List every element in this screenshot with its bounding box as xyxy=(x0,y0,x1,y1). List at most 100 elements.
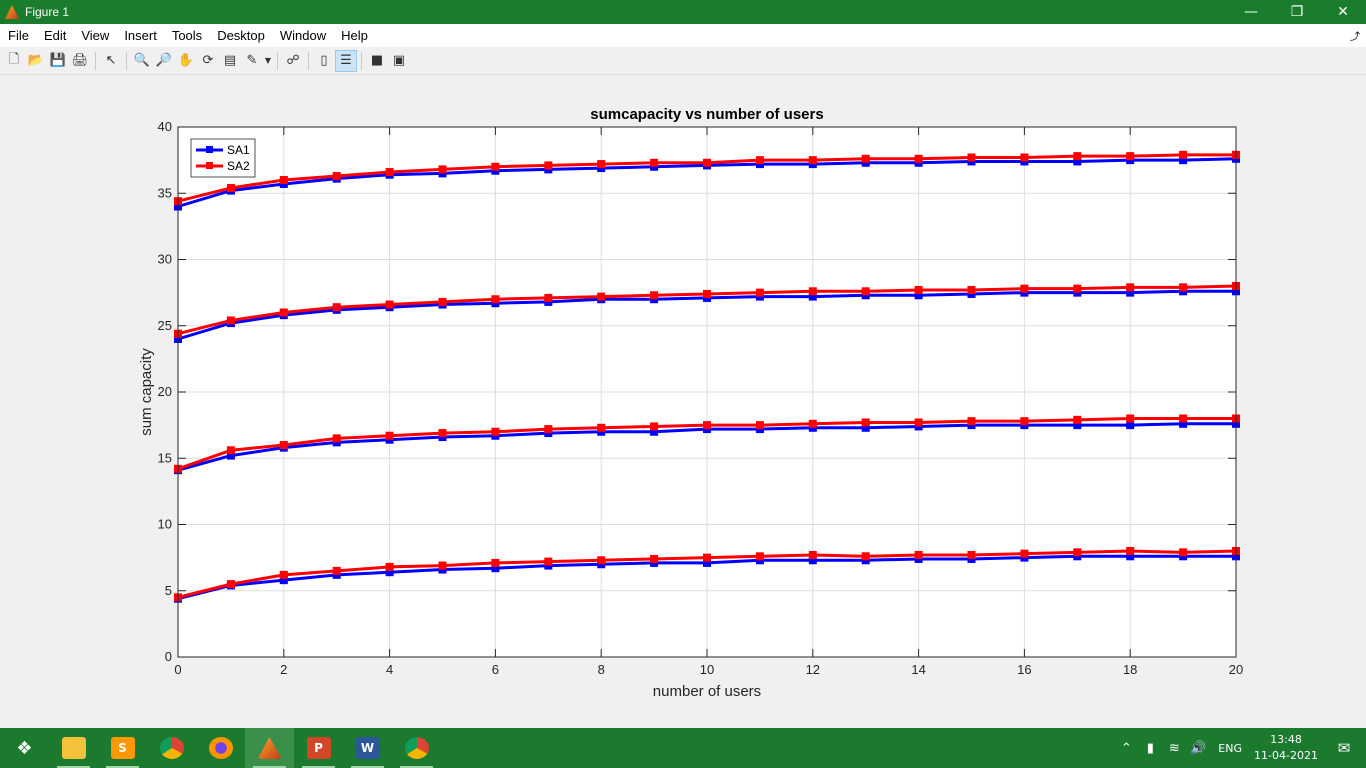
line-chart: 0 2 4 6 8 10 12 14 16 18 20 0 5 10 15 20 25 30 35 40 sumcap… xyxy=(138,106,1243,700)
taskbar-sublime[interactable]: S xyxy=(98,728,147,768)
data-point xyxy=(861,418,870,427)
legend-label-sa1: SA1 xyxy=(227,143,250,157)
taskbar-chrome[interactable] xyxy=(147,728,196,768)
chrome-icon xyxy=(159,737,184,759)
x-tick-label: 16 xyxy=(1017,662,1031,677)
data-point xyxy=(385,562,394,571)
data-point xyxy=(438,429,447,438)
chevron-up-icon[interactable]: ⌃ xyxy=(1114,741,1138,756)
data-point xyxy=(226,580,235,589)
powerpoint-icon: P xyxy=(306,737,331,759)
menu-window[interactable]: Window xyxy=(272,28,333,43)
menu-help[interactable]: Help xyxy=(333,28,375,43)
data-point xyxy=(226,316,235,325)
new-figure-icon[interactable]: 🗋 xyxy=(3,50,25,72)
show-plot-tools-icon[interactable]: ▣ xyxy=(388,50,410,72)
taskbar-file-explorer[interactable] xyxy=(49,728,98,768)
y-tick-label: 15 xyxy=(158,450,172,465)
zoom-in-icon[interactable]: 🔍 xyxy=(131,50,153,72)
legend-icon[interactable]: ☰ xyxy=(335,49,357,72)
data-point xyxy=(385,431,394,440)
data-point xyxy=(861,287,870,296)
x-tick-label: 8 xyxy=(598,662,605,677)
toolbar-separator xyxy=(308,51,309,70)
menu-view[interactable]: View xyxy=(73,28,116,43)
data-point xyxy=(332,566,341,575)
colorbar-icon[interactable]: ▯ xyxy=(313,50,335,72)
x-tick-label: 18 xyxy=(1123,662,1137,677)
save-icon[interactable]: 💾 xyxy=(47,50,69,72)
menu-insert[interactable]: Insert xyxy=(116,28,164,43)
language-indicator[interactable]: ENG xyxy=(1210,742,1250,755)
legend-label-sa2: SA2 xyxy=(227,159,250,173)
menu-tools[interactable]: Tools xyxy=(164,28,209,43)
print-icon[interactable]: 🖨 xyxy=(69,50,91,72)
open-file-icon[interactable]: 📂 xyxy=(25,50,47,72)
data-point xyxy=(914,154,923,163)
taskbar-matlab[interactable] xyxy=(245,728,294,768)
data-point xyxy=(755,156,764,165)
clock[interactable]: 13:48 11-04-2021 xyxy=(1250,732,1322,764)
data-point xyxy=(914,418,923,427)
data-point xyxy=(385,168,394,177)
x-tick-label: 0 xyxy=(174,662,181,677)
data-point xyxy=(1179,150,1188,159)
x-tick-label: 14 xyxy=(911,662,925,677)
link-plot-icon[interactable]: ☍ xyxy=(282,50,304,72)
data-point xyxy=(1020,417,1029,426)
data-point xyxy=(967,417,976,426)
toolbar-separator xyxy=(126,51,127,70)
minimize-icon[interactable]: — xyxy=(1228,0,1274,24)
menu-dock-arrow-icon[interactable]: ⤴ xyxy=(1350,28,1360,43)
chart-title: sumcapacity vs number of users xyxy=(590,106,823,123)
brush-icon[interactable]: ✎ xyxy=(241,50,263,72)
menu-edit[interactable]: Edit xyxy=(36,28,73,43)
menu-desktop[interactable]: Desktop xyxy=(209,28,272,43)
wifi-icon[interactable]: ≋ xyxy=(1162,741,1186,756)
data-point xyxy=(1073,548,1082,557)
zoom-out-icon[interactable]: 🔎 xyxy=(153,50,175,72)
taskbar-firefox[interactable] xyxy=(196,728,245,768)
data-cursor-icon[interactable]: ▤ xyxy=(219,50,241,72)
data-point xyxy=(544,293,553,302)
taskbar-chrome-2[interactable] xyxy=(392,728,441,768)
chrome-icon xyxy=(404,737,429,759)
x-tick-label: 12 xyxy=(806,662,820,677)
data-point xyxy=(914,550,923,559)
start-button[interactable]: ❖ xyxy=(0,728,49,768)
close-icon[interactable]: ✕ xyxy=(1320,0,1366,24)
data-point xyxy=(703,289,711,298)
x-tick-label: 10 xyxy=(700,662,714,677)
firefox-icon xyxy=(208,737,233,759)
data-point xyxy=(1126,152,1135,161)
toolbar-separator xyxy=(361,51,362,70)
data-point xyxy=(491,162,500,171)
taskbar-word[interactable]: W xyxy=(343,728,392,768)
y-tick-label: 5 xyxy=(165,583,172,598)
rotate-3d-icon[interactable]: ⟳ xyxy=(197,50,219,72)
data-point xyxy=(544,161,553,170)
select-arrow-icon[interactable]: ↖ xyxy=(100,50,122,72)
battery-icon[interactable]: ▮ xyxy=(1138,741,1162,756)
restore-icon[interactable]: ❐ xyxy=(1274,0,1320,24)
word-icon: W xyxy=(355,737,380,759)
volume-icon[interactable]: 🔊 xyxy=(1186,741,1210,756)
y-tick-label: 10 xyxy=(158,517,172,532)
notification-icon[interactable]: ✉ xyxy=(1322,739,1366,757)
data-point xyxy=(226,446,235,455)
menu-file[interactable]: File xyxy=(0,28,36,43)
data-point xyxy=(279,176,288,184)
data-point xyxy=(332,303,341,312)
data-point xyxy=(808,156,817,165)
taskbar-powerpoint[interactable]: P xyxy=(294,728,343,768)
y-tick-label: 30 xyxy=(158,252,172,267)
brush-dropdown-icon[interactable]: ▼ xyxy=(263,50,273,72)
toolbar-separator xyxy=(277,51,278,70)
x-tick-label: 2 xyxy=(280,662,287,677)
data-point xyxy=(491,558,500,567)
hide-plot-tools-icon[interactable]: ■ xyxy=(366,50,388,72)
x-tick-label: 6 xyxy=(492,662,499,677)
data-point xyxy=(1126,283,1135,292)
data-point xyxy=(1126,547,1135,555)
pan-hand-icon[interactable]: ✋ xyxy=(175,50,197,72)
